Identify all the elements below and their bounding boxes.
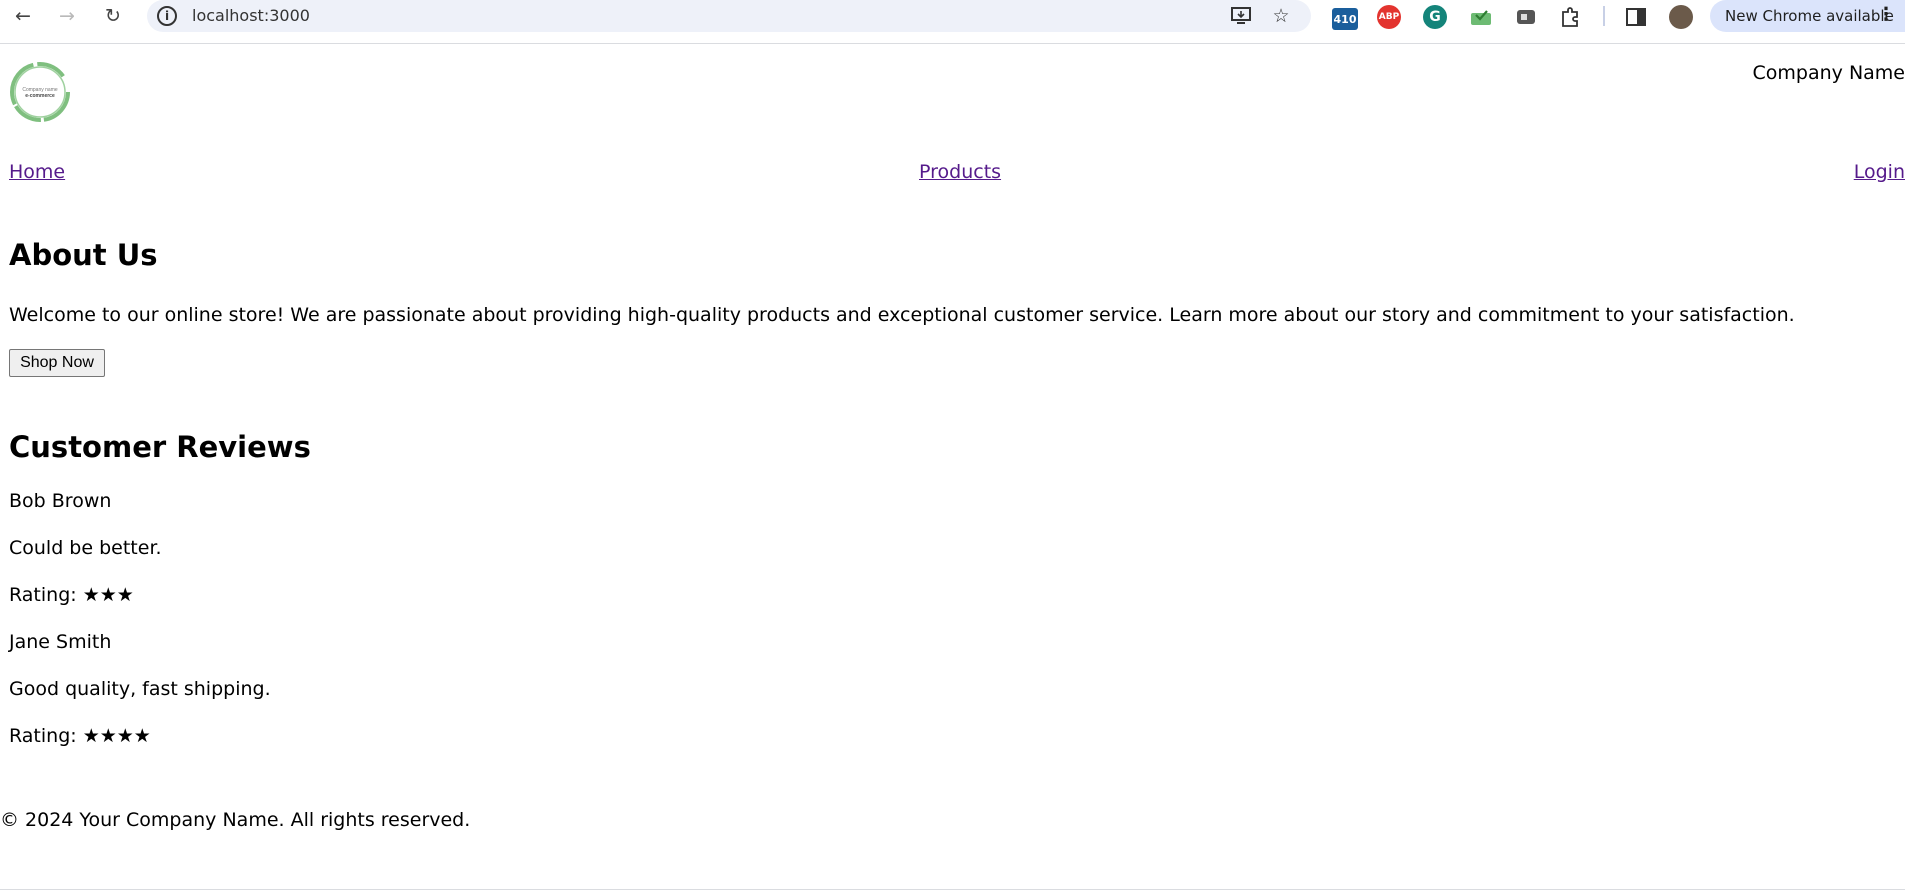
nav-link-products[interactable]: Products bbox=[919, 161, 1001, 183]
review-author: Jane Smith bbox=[9, 631, 112, 653]
side-panel-icon[interactable] bbox=[1623, 4, 1649, 30]
page-content: Company name e-commerce Company Name Hom… bbox=[0, 45, 1905, 891]
company-logo: Company name e-commerce bbox=[8, 60, 72, 124]
review-comment: Could be better. bbox=[9, 537, 162, 559]
toolbar-separator bbox=[1603, 6, 1605, 26]
shop-now-button[interactable]: Shop Now bbox=[9, 349, 105, 377]
forward-arrow-icon[interactable]: → bbox=[51, 2, 83, 30]
footer-copyright: © 2024 Your Company Name. All rights res… bbox=[0, 809, 471, 831]
reviews-heading: Customer Reviews bbox=[9, 430, 311, 464]
page-bottom-divider bbox=[0, 889, 1905, 890]
adblock-icon[interactable]: ABP bbox=[1377, 5, 1401, 29]
site-info-icon[interactable]: i bbox=[157, 6, 177, 26]
about-heading: About Us bbox=[9, 238, 158, 272]
company-name: Company Name bbox=[1752, 62, 1905, 84]
review-author: Bob Brown bbox=[9, 490, 112, 512]
logo-text-line2: e-commerce bbox=[25, 93, 55, 99]
menu-kebab-icon[interactable]: ⋮ bbox=[1877, 4, 1895, 25]
tab-extension-icon[interactable] bbox=[1513, 4, 1539, 30]
address-bar[interactable]: i localhost:3000 ☆ bbox=[147, 0, 1311, 32]
url-text[interactable]: localhost:3000 bbox=[192, 6, 310, 25]
extensions-puzzle-icon[interactable] bbox=[1557, 4, 1583, 30]
review-comment: Good quality, fast shipping. bbox=[9, 678, 271, 700]
back-arrow-icon[interactable]: ← bbox=[7, 2, 39, 30]
mail-check-extension-icon[interactable] bbox=[1468, 4, 1494, 30]
chrome-update-button[interactable]: New Chrome available ⋮ bbox=[1710, 0, 1905, 32]
install-app-icon[interactable] bbox=[1229, 5, 1253, 27]
nav-link-login[interactable]: Login bbox=[1854, 161, 1905, 183]
grammarly-icon[interactable]: G bbox=[1423, 5, 1447, 29]
review-rating: Rating: ★★★★ bbox=[9, 725, 151, 747]
bookmark-star-icon[interactable]: ☆ bbox=[1269, 5, 1293, 27]
profile-avatar-icon[interactable] bbox=[1669, 5, 1693, 29]
browser-toolbar: ← → ↻ i localhost:3000 ☆ 410 ABP G New C… bbox=[0, 0, 1905, 44]
review-rating: Rating: ★★★ bbox=[9, 584, 134, 606]
nav-link-home[interactable]: Home bbox=[9, 161, 65, 183]
reload-icon[interactable]: ↻ bbox=[97, 2, 129, 30]
about-text: Welcome to our online store! We are pass… bbox=[9, 304, 1795, 326]
email-extension-icon[interactable]: 410 bbox=[1332, 8, 1358, 30]
